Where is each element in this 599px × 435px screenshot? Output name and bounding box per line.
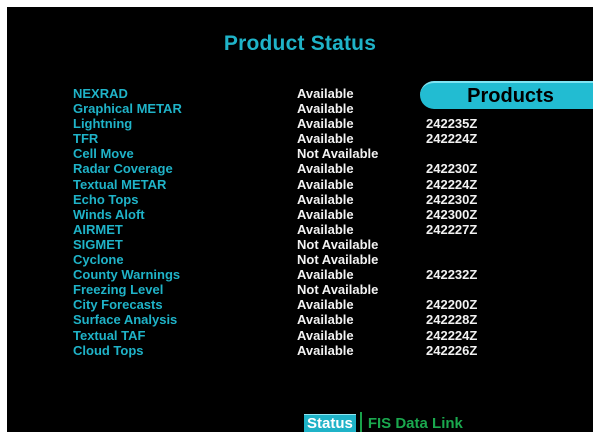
product-status: Available: [297, 206, 354, 222]
product-name: Graphical METAR: [73, 101, 182, 117]
bottom-tab-bar: Status FIS Data Link: [304, 412, 463, 432]
product-timestamp: 242224Z: [426, 131, 478, 147]
product-status: Available: [297, 342, 354, 358]
product-row: AIRMET Available 242227Z: [7, 222, 593, 237]
product-row: City Forecasts Available 242200Z: [7, 297, 593, 312]
product-status-screen: Product Status Products NEXRAD Available…: [7, 7, 593, 432]
product-row: TFR Available 242224Z: [7, 131, 593, 146]
product-row: County Warnings Available 242232Z: [7, 267, 593, 282]
product-timestamp: 242232Z: [426, 267, 478, 283]
product-status: Available: [297, 101, 354, 117]
product-status: Not Available: [297, 282, 379, 298]
product-name: Cyclone: [73, 252, 124, 268]
product-row: Cell Move Not Available: [7, 146, 593, 161]
product-name: AIRMET: [73, 221, 123, 237]
product-name: Radar Coverage: [73, 161, 173, 177]
product-name: SIGMET: [73, 236, 123, 252]
product-name: Echo Tops: [73, 191, 139, 207]
product-timestamp: 242228Z: [426, 312, 478, 328]
product-timestamp: 242230Z: [426, 161, 478, 177]
product-row: Textual TAF Available 242224Z: [7, 328, 593, 343]
product-name: NEXRAD: [73, 86, 128, 101]
product-timestamp: 242227Z: [426, 221, 478, 237]
product-status: Available: [297, 191, 354, 207]
product-status: Not Available: [297, 236, 379, 252]
product-list: NEXRAD Available Graphical METAR Availab…: [7, 86, 593, 358]
product-row: Radar Coverage Available 242230Z: [7, 161, 593, 176]
product-row: Graphical METAR Available: [7, 101, 593, 116]
product-status: Available: [297, 161, 354, 177]
product-timestamp: 242235Z: [426, 116, 478, 132]
product-timestamp: 242200Z: [426, 297, 478, 313]
product-row: Cloud Tops Available 242226Z: [7, 343, 593, 358]
product-status: Available: [297, 327, 354, 343]
product-status: Available: [297, 267, 354, 283]
product-status: Available: [297, 116, 354, 132]
tab-fis-data-link[interactable]: FIS Data Link: [368, 415, 463, 432]
product-row: Textual METAR Available 242224Z: [7, 177, 593, 192]
product-name: Freezing Level: [73, 282, 164, 298]
tab-divider: [359, 412, 362, 432]
product-status: Available: [297, 176, 354, 192]
product-status: Not Available: [297, 252, 379, 268]
product-status: Available: [297, 221, 354, 237]
product-name: Lightning: [73, 116, 133, 132]
product-status: Not Available: [297, 146, 379, 162]
tab-status[interactable]: Status: [304, 414, 356, 432]
product-row: Lightning Available 242235Z: [7, 116, 593, 131]
product-name: Cell Move: [73, 146, 134, 162]
product-row: Cyclone Not Available: [7, 252, 593, 267]
product-timestamp: 242300Z: [426, 206, 478, 222]
product-timestamp: 242224Z: [426, 176, 478, 192]
product-row: Echo Tops Available 242230Z: [7, 192, 593, 207]
product-name: City Forecasts: [73, 297, 163, 313]
product-timestamp: 242230Z: [426, 191, 478, 207]
product-status: Available: [297, 312, 354, 328]
product-name: Winds Aloft: [73, 206, 145, 222]
product-row: NEXRAD Available: [7, 86, 593, 101]
product-timestamp: 242224Z: [426, 327, 478, 343]
product-row: Winds Aloft Available 242300Z: [7, 207, 593, 222]
product-name: Textual METAR: [73, 176, 167, 192]
product-status: Available: [297, 86, 354, 101]
product-name: TFR: [73, 131, 99, 147]
product-name: County Warnings: [73, 267, 181, 283]
product-status: Available: [297, 131, 354, 147]
product-status: Available: [297, 297, 354, 313]
product-row: Freezing Level Not Available: [7, 282, 593, 297]
product-name: Surface Analysis: [73, 312, 178, 328]
product-row: SIGMET Not Available: [7, 237, 593, 252]
product-name: Textual TAF: [73, 327, 146, 343]
product-row: Surface Analysis Available 242228Z: [7, 312, 593, 327]
page-title: Product Status: [223, 32, 377, 55]
product-timestamp: 242226Z: [426, 342, 478, 358]
product-name: Cloud Tops: [73, 342, 144, 358]
